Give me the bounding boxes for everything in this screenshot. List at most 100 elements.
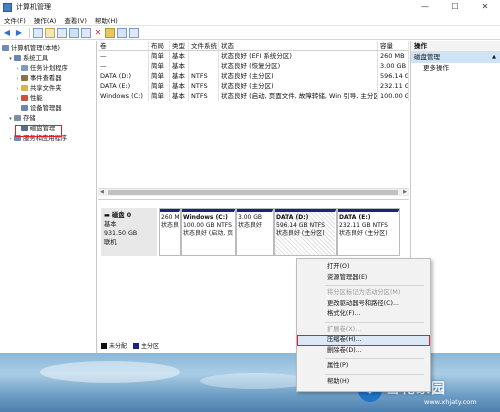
partition-block[interactable]: 260 M 状态良 — [159, 208, 181, 256]
volume-cell — [189, 61, 219, 71]
volume-cell: 简单 — [149, 61, 170, 71]
volume-row[interactable]: — 简单 基本 状态良好 (EFI 系统分区) 260 MB — [98, 51, 409, 61]
list-view-icon[interactable] — [57, 27, 67, 38]
open-icon[interactable] — [105, 27, 115, 38]
disk-info[interactable]: ▬ 磁盘 0 基本 931.50 GB 联机 — [101, 208, 157, 256]
tree-item[interactable]: › 性能 — [0, 94, 96, 104]
legend-unallocated-swatch — [101, 342, 107, 349]
scroll-right-icon[interactable]: ▶ — [403, 189, 407, 196]
tree-item-label: 共享文件夹 — [30, 85, 62, 92]
tree-item[interactable]: › 任务计划程序 — [0, 64, 96, 74]
close-button[interactable]: ✕ — [470, 0, 500, 14]
expanded-arrow-icon[interactable]: ▾ — [7, 54, 14, 64]
volume-row[interactable]: — 简单 基本 状态良好 (恢复分区) 3.00 GB — [98, 61, 409, 71]
scrollbar-thumb[interactable] — [108, 190, 398, 195]
volume-cell: 基本 — [170, 51, 189, 61]
context-menu-item[interactable]: 删除卷(D)... — [297, 346, 430, 357]
col-filesystem[interactable]: 文件系统 — [189, 41, 219, 50]
partition-name: DATA (D:) — [276, 214, 309, 221]
volume-cell: NTFS — [189, 91, 219, 101]
shrink-volume-menu-item[interactable]: 压缩卷(H)... — [297, 335, 430, 346]
partition-size: 100.00 GB NTFS — [183, 222, 232, 229]
menu-separator — [325, 285, 424, 286]
volume-cell: 简单 — [149, 91, 170, 101]
console-tree-icon[interactable] — [33, 27, 43, 38]
col-capacity[interactable]: 容量 — [378, 41, 409, 50]
back-icon[interactable]: ◀ — [2, 28, 12, 38]
tree-item[interactable]: ▾ 存储 — [0, 114, 96, 124]
partition-size: 3.00 GB — [238, 214, 263, 221]
minimize-button[interactable]: — — [410, 0, 440, 14]
tree-node-icon — [14, 55, 21, 61]
expanded-arrow-icon[interactable]: ▾ — [7, 114, 14, 124]
delete-icon[interactable]: ✕ — [93, 28, 103, 38]
volume-cell: 简单 — [149, 51, 170, 61]
legend: 未分配 主分区 — [101, 341, 159, 350]
actions-disk-management[interactable]: 磁盘管理 ▲ — [411, 52, 500, 63]
tree-node-icon — [14, 115, 21, 121]
volume-row[interactable]: Windows (C:) 简单 基本 NTFS 状态良好 (启动, 页面文件, 故障转储… — [98, 91, 409, 101]
watermark-url: www.xhjaty.com — [424, 398, 477, 406]
collapse-arrow-icon[interactable]: ▲ — [492, 52, 496, 63]
tree-root[interactable]: 计算机管理(本地) — [0, 44, 96, 54]
menu-file[interactable]: 文件(F) — [0, 15, 30, 25]
collapsed-arrow-icon[interactable]: › — [7, 134, 14, 144]
help-icon[interactable] — [69, 27, 79, 38]
tree-item-label: 系统工具 — [23, 55, 49, 62]
volume-cell: 基本 — [170, 91, 189, 101]
context-menu-item[interactable]: 更改驱动器号和路径(C)... — [297, 299, 430, 310]
properties-icon[interactable] — [81, 27, 91, 38]
volume-list-header: 卷 布局 类型 文件系统 状态 容量 — [98, 41, 409, 51]
volume-cell: 状态良好 (EFI 系统分区) — [219, 51, 378, 61]
tree-node-icon — [21, 85, 28, 91]
menu-separator — [325, 358, 424, 359]
disk-status: 联机 — [104, 239, 117, 246]
forward-icon[interactable]: ▶ — [14, 28, 24, 38]
volume-cell: NTFS — [189, 71, 219, 81]
folder-icon[interactable] — [45, 27, 55, 38]
search-icon[interactable] — [117, 27, 127, 38]
partition-status: 状态良好 (主分区) — [276, 230, 325, 237]
tree-item[interactable]: › 共享文件夹 — [0, 84, 96, 94]
export-icon[interactable] — [129, 27, 139, 38]
context-menu-item[interactable]: 打开(O) — [297, 262, 430, 273]
title-bar: 计算机管理 — ☐ ✕ — [0, 0, 500, 14]
volume-cell: 状态良好 (主分区) — [219, 81, 378, 91]
partition-size: 232.11 GB NTFS — [339, 222, 388, 229]
volume-row[interactable]: DATA (D:) 简单 基本 NTFS 状态良好 (主分区) 596.14 G — [98, 71, 409, 81]
tree-node-icon — [21, 95, 28, 101]
partition-block[interactable]: Windows (C:) 100.00 GB NTFS 状态良好 (启动, 页 — [181, 208, 236, 256]
context-menu-item[interactable]: 资源管理器(E) — [297, 273, 430, 284]
maximize-button[interactable]: ☐ — [440, 0, 470, 14]
collapsed-arrow-icon[interactable]: › — [14, 84, 21, 94]
menu-help[interactable]: 帮助(H) — [91, 15, 122, 25]
volume-cell: — — [98, 51, 149, 61]
collapsed-arrow-icon[interactable]: › — [14, 94, 21, 104]
legend-unallocated: 未分配 — [109, 343, 128, 350]
horizontal-scrollbar[interactable]: ◀ ▶ — [98, 188, 409, 196]
disk-type: 基本 — [104, 221, 117, 228]
partition-size: 596.14 GB NTFS — [276, 222, 325, 229]
partition-block[interactable]: DATA (D:) 596.14 GB NTFS 状态良好 (主分区) — [274, 208, 337, 256]
tree-item[interactable]: › 事件查看器 — [0, 74, 96, 84]
scroll-left-icon[interactable]: ◀ — [100, 189, 104, 196]
tree-item[interactable]: 设备管理器 — [0, 104, 96, 114]
context-menu-item[interactable]: 格式化(F)... — [297, 309, 430, 320]
volume-cell: 状态良好 (主分区) — [219, 71, 378, 81]
volume-row[interactable]: DATA (E:) 简单 基本 NTFS 状态良好 (主分区) 232.11 G — [98, 81, 409, 91]
actions-more[interactable]: 更多操作 — [411, 63, 500, 74]
menu-view[interactable]: 查看(V) — [60, 15, 91, 25]
context-menu-item[interactable]: 帮助(H) — [297, 377, 430, 388]
col-type[interactable]: 类型 — [170, 41, 189, 50]
partition-status: 状态良好 (主分区) — [339, 230, 388, 237]
collapsed-arrow-icon[interactable]: › — [14, 64, 21, 74]
collapsed-arrow-icon[interactable]: › — [14, 74, 21, 84]
menu-action[interactable]: 操作(A) — [30, 15, 61, 25]
partition-block[interactable]: DATA (E:) 232.11 GB NTFS 状态良好 (主分区) — [337, 208, 400, 256]
tree-item[interactable]: ▾ 系统工具 — [0, 54, 96, 64]
context-menu-item[interactable]: 属性(P) — [297, 361, 430, 372]
col-status[interactable]: 状态 — [219, 41, 378, 50]
col-volume[interactable]: 卷 — [98, 41, 149, 50]
col-layout[interactable]: 布局 — [149, 41, 170, 50]
partition-block[interactable]: 3.00 GB 状态良好 — [236, 208, 274, 256]
